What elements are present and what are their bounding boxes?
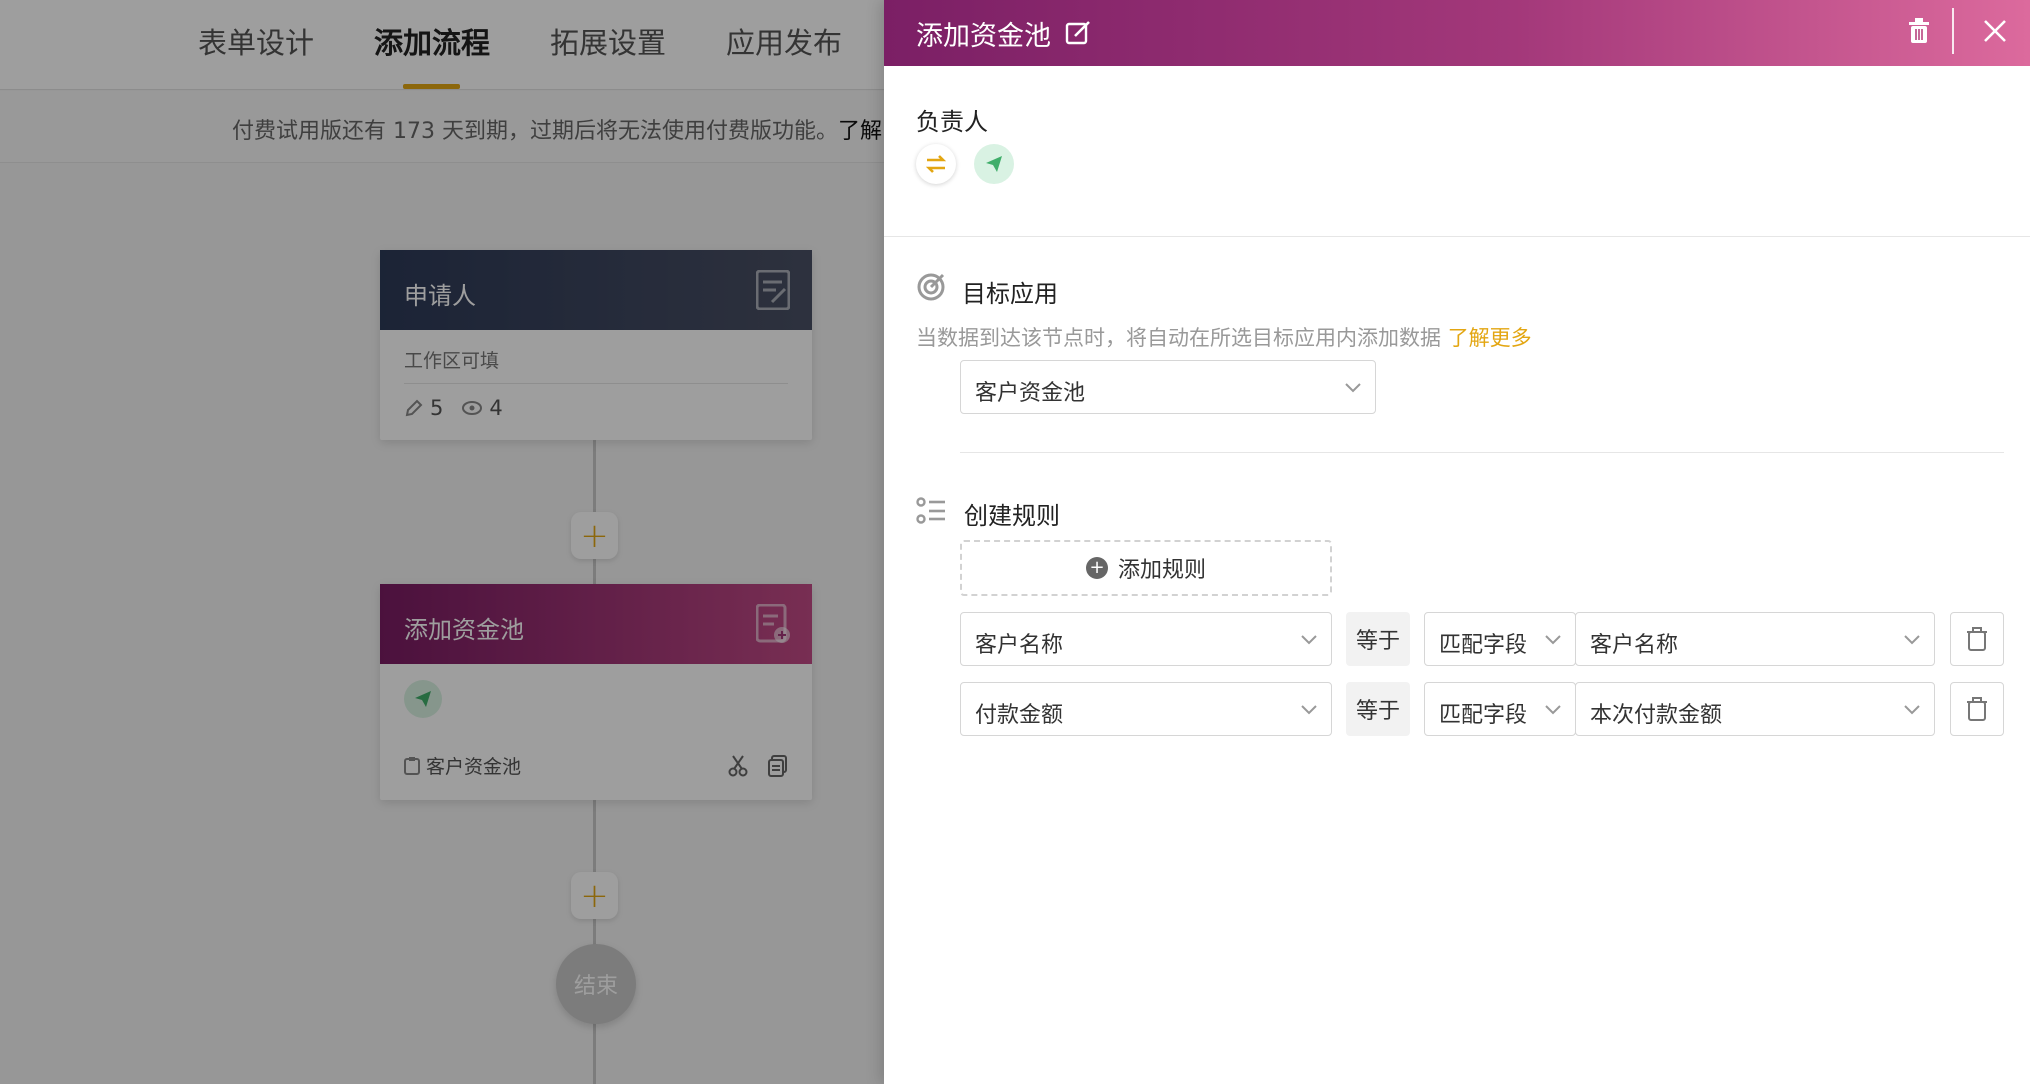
owner-label: 负责人 bbox=[916, 108, 988, 136]
create-rules-label: 创建规则 bbox=[964, 502, 1060, 530]
rule-field-select[interactable]: 客户名称 bbox=[960, 612, 1332, 666]
rule-field-select[interactable]: 付款金额 bbox=[960, 682, 1332, 736]
rule-match-type-value: 匹配字段 bbox=[1439, 703, 1528, 728]
target-app-label: 目标应用 bbox=[962, 280, 1058, 308]
add-rule-button[interactable]: + 添加规则 bbox=[960, 540, 1332, 596]
header-divider bbox=[1952, 8, 1954, 54]
rule-value-select[interactable]: 客户名称 bbox=[1575, 612, 1935, 666]
rule-match-type-select[interactable]: 匹配字段 bbox=[1424, 612, 1576, 666]
modal-overlay[interactable] bbox=[0, 0, 884, 1084]
rule-value-select[interactable]: 本次付款金额 bbox=[1575, 682, 1935, 736]
target-app-description-text: 当数据到达该节点时，将自动在所选目标应用内添加数据 bbox=[916, 326, 1441, 350]
trash-icon bbox=[1967, 697, 1987, 721]
chevron-down-icon bbox=[1904, 635, 1920, 645]
section-divider bbox=[884, 236, 2030, 237]
chevron-down-icon bbox=[1345, 383, 1361, 393]
delete-node-icon[interactable] bbox=[1908, 18, 1930, 44]
learn-more-link[interactable]: 了解更多 bbox=[1448, 326, 1532, 350]
node-config-drawer: 添加资金池 负责人 目标应用 当数据到达该节点时，将自动在所选目标应用内添加数据… bbox=[884, 0, 2030, 1084]
rule-field-value: 付款金额 bbox=[975, 703, 1064, 728]
list-icon bbox=[916, 497, 945, 524]
chevron-down-icon bbox=[1301, 705, 1317, 715]
add-rule-label: 添加规则 bbox=[1117, 558, 1206, 583]
rule-value: 客户名称 bbox=[1590, 633, 1679, 658]
rule-match-type-select[interactable]: 匹配字段 bbox=[1424, 682, 1576, 736]
edit-title-icon[interactable] bbox=[1065, 20, 1091, 46]
plus-circle-icon: + bbox=[1085, 557, 1108, 579]
chevron-down-icon bbox=[1545, 705, 1561, 715]
trash-icon bbox=[1967, 627, 1987, 651]
delete-rule-button[interactable] bbox=[1950, 612, 2004, 666]
rule-value: 本次付款金额 bbox=[1590, 703, 1723, 728]
target-app-description: 当数据到达该节点时，将自动在所选目标应用内添加数据 了解更多 bbox=[916, 322, 1532, 352]
section-divider bbox=[960, 452, 2004, 453]
close-icon[interactable] bbox=[1982, 18, 2008, 44]
chevron-down-icon bbox=[1545, 635, 1561, 645]
chevron-down-icon bbox=[1904, 705, 1920, 715]
chevron-down-icon bbox=[1301, 635, 1317, 645]
paper-plane-icon bbox=[986, 156, 1002, 172]
rule-match-type-value: 匹配字段 bbox=[1439, 633, 1528, 658]
rule-operator: 等于 bbox=[1346, 682, 1410, 736]
delete-rule-button[interactable] bbox=[1950, 682, 2004, 736]
target-app-select[interactable]: 客户资金池 bbox=[960, 360, 1376, 414]
rule-operator: 等于 bbox=[1346, 612, 1410, 666]
transfer-owner-button[interactable] bbox=[916, 144, 956, 184]
rule-field-value: 客户名称 bbox=[975, 633, 1064, 658]
drawer-title: 添加资金池 bbox=[916, 21, 1051, 52]
target-app-select-value: 客户资金池 bbox=[975, 381, 1086, 406]
send-owner-button[interactable] bbox=[974, 144, 1014, 184]
target-icon bbox=[917, 273, 945, 301]
owner-options bbox=[916, 144, 1014, 184]
swap-icon bbox=[925, 155, 947, 173]
drawer-header: 添加资金池 bbox=[884, 0, 2030, 66]
